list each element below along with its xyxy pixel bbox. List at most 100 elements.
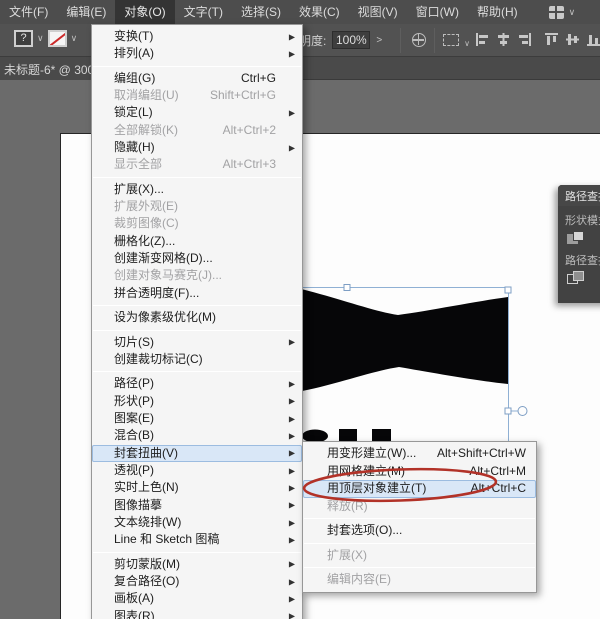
chevron-down-icon[interactable]: ∨ (37, 33, 44, 44)
menu-item-envelope-distort[interactable]: 封套扭曲(V)▶ (92, 445, 302, 462)
menu-item-make-pixel-perfect[interactable]: 设为像素级优化(M) (92, 309, 302, 326)
submenu-item-edit-contents: 编辑内容(E) (303, 571, 536, 589)
menu-item-pattern[interactable]: 图案(E)▶ (92, 410, 302, 427)
workspace-grid-icon (549, 6, 564, 19)
menu-item-rasterize[interactable]: 栅格化(Z)... (92, 233, 302, 250)
menu-item-arrange[interactable]: 排列(A)▶ (92, 45, 302, 62)
submenu-arrow-icon: ▶ (289, 45, 295, 62)
menu-separator (93, 552, 301, 553)
submenu-arrow-icon: ▶ (289, 590, 295, 607)
menu-item-graph[interactable]: 图表(R)▶ (92, 608, 302, 619)
menu-item-artboards[interactable]: 画板(A)▶ (92, 590, 302, 607)
menu-item-create-object-mosaic: 创建对象马赛克(J)... (92, 267, 302, 284)
submenu-item-release: 释放(R) (303, 498, 536, 516)
align-center-vertical-icon[interactable] (566, 33, 579, 46)
menu-item-crop-image: 裁剪图像(C) (92, 215, 302, 232)
submenu-arrow-icon: ▶ (289, 556, 295, 573)
menu-item-compound-path[interactable]: 复合路径(O)▶ (92, 573, 302, 590)
menubar: 文件(F) 编辑(E) 对象(O) 文字(T) 选择(S) 效果(C) 视图(V… (0, 0, 600, 24)
tab-pathfinder[interactable]: 路径查找器 (558, 185, 600, 206)
menu-item-unlock-all: 全部解锁(K)Alt+Ctrl+2 (92, 122, 302, 139)
menu-separator (304, 567, 535, 568)
menu-item-ungroup: 取消编组(U)Shift+Ctrl+G (92, 87, 302, 104)
menu-item-perspective[interactable]: 透视(P)▶ (92, 462, 302, 479)
menu-item-hide[interactable]: 隐藏(H)▶ (92, 139, 302, 156)
menu-view[interactable]: 视图(V) (349, 0, 407, 24)
menu-item-clipping-mask[interactable]: 剪切蒙版(M)▶ (92, 556, 302, 573)
align-left-icon[interactable] (476, 33, 489, 46)
shape-modes-label: 形状模式 (558, 206, 600, 231)
object-menu: 变换(T)▶ 排列(A)▶ 编组(G)Ctrl+G 取消编组(U)Shift+C… (91, 24, 303, 619)
chevron-down-icon: ∨ (464, 39, 470, 48)
align-right-icon[interactable] (518, 33, 531, 46)
expand-panel-button[interactable]: > (376, 35, 382, 46)
menu-object[interactable]: 对象(O) (115, 0, 174, 24)
submenu-arrow-icon: ▶ (289, 28, 295, 45)
submenu-arrow-icon: ▶ (289, 334, 295, 351)
align-buttons (476, 33, 600, 46)
submenu-arrow-icon: ▶ (289, 375, 295, 392)
submenu-arrow-icon: ▶ (289, 531, 295, 548)
chevron-down-icon[interactable]: ∨ (71, 33, 78, 44)
unite-front-square (573, 231, 584, 241)
submenu-arrow-icon: ▶ (289, 479, 295, 496)
menu-edit[interactable]: 编辑(E) (57, 0, 115, 24)
menu-separator (93, 371, 301, 372)
align-to-selection-icon[interactable]: ∨ (443, 34, 459, 46)
menu-item-create-trim-marks[interactable]: 创建裁切标记(C) (92, 351, 302, 368)
divide-shape-icon[interactable] (567, 271, 585, 286)
menu-window[interactable]: 窗口(W) (407, 0, 468, 24)
submenu-arrow-icon: ▶ (289, 514, 295, 531)
opacity-input[interactable]: 100% (332, 31, 370, 49)
pathfinders-label: 路径查找器 (558, 246, 600, 271)
unite-shape-icon[interactable] (567, 231, 585, 246)
submenu-item-expand: 扩展(X) (303, 547, 536, 565)
workspace-switcher[interactable]: ∨ (549, 6, 576, 19)
submenu-item-make-with-mesh[interactable]: 用网格建立(M)Alt+Ctrl+M (303, 463, 536, 481)
submenu-arrow-icon: ▶ (289, 139, 295, 156)
menu-help[interactable]: 帮助(H) (468, 0, 527, 24)
menu-type[interactable]: 文字(T) (175, 0, 232, 24)
menu-file[interactable]: 文件(F) (0, 0, 57, 24)
document-setup-globe-icon[interactable] (412, 33, 426, 47)
menu-separator (93, 305, 301, 306)
menu-item-live-paint[interactable]: 实时上色(N)▶ (92, 479, 302, 496)
menu-item-image-trace[interactable]: 图像描摹▶ (92, 497, 302, 514)
stroke-none-swatch[interactable] (48, 30, 67, 47)
submenu-arrow-icon: ▶ (289, 608, 295, 619)
menu-item-expand[interactable]: 扩展(X)... (92, 181, 302, 198)
menu-separator (304, 543, 535, 544)
envelope-distort-submenu: 用变形建立(W)...Alt+Shift+Ctrl+W 用网格建立(M)Alt+… (302, 441, 537, 593)
menu-item-shape[interactable]: 形状(P)▶ (92, 393, 302, 410)
fill-color-swatch[interactable]: ? (14, 30, 33, 47)
submenu-item-make-with-warp[interactable]: 用变形建立(W)...Alt+Shift+Ctrl+W (303, 445, 536, 463)
menu-separator (304, 518, 535, 519)
menu-item-transform[interactable]: 变换(T)▶ (92, 28, 302, 45)
toolbar-divider (400, 28, 401, 53)
submenu-arrow-icon: ▶ (289, 462, 295, 479)
submenu-arrow-icon: ▶ (289, 104, 295, 121)
submenu-arrow-icon: ▶ (289, 445, 295, 462)
menu-item-group[interactable]: 编组(G)Ctrl+G (92, 70, 302, 87)
submenu-item-envelope-options[interactable]: 封套选项(O)... (303, 522, 536, 540)
menu-item-flatten-transparency[interactable]: 拼合透明度(F)... (92, 285, 302, 302)
divide-front-square (573, 271, 584, 281)
menu-item-slice[interactable]: 切片(S)▶ (92, 334, 302, 351)
menu-item-path[interactable]: 路径(P)▶ (92, 375, 302, 392)
menu-item-create-gradient-mesh[interactable]: 创建渐变网格(D)... (92, 250, 302, 267)
menu-effect[interactable]: 效果(C) (290, 0, 349, 24)
menu-item-blend[interactable]: 混合(B)▶ (92, 427, 302, 444)
panel-header: 路径查找器 (558, 185, 600, 206)
menu-select[interactable]: 选择(S) (232, 0, 290, 24)
submenu-item-make-with-top-object[interactable]: 用顶层对象建立(T)Alt+Ctrl+C (303, 480, 536, 498)
menu-separator (93, 177, 301, 178)
menu-item-line-and-sketch-art[interactable]: Line 和 Sketch 图稿▶ (92, 531, 302, 548)
menu-item-lock[interactable]: 锁定(L)▶ (92, 104, 302, 121)
submenu-arrow-icon: ▶ (289, 427, 295, 444)
align-bottom-icon[interactable] (587, 33, 600, 46)
menu-item-text-wrap[interactable]: 文本绕排(W)▶ (92, 514, 302, 531)
align-top-icon[interactable] (545, 33, 558, 46)
menu-separator (93, 66, 301, 67)
align-center-horizontal-icon[interactable] (497, 33, 510, 46)
chevron-down-icon: ∨ (569, 7, 576, 18)
